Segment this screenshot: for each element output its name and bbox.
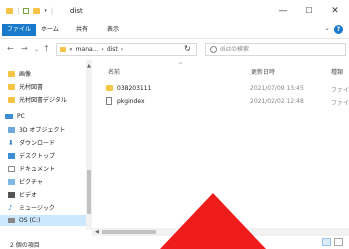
file-modified: 2021/07/09 13:45 bbox=[250, 85, 304, 92]
folder-icon bbox=[8, 70, 15, 77]
tab-home[interactable]: ホーム bbox=[36, 24, 64, 36]
search-placeholder: distの検索 bbox=[220, 46, 249, 53]
column-header-modified[interactable]: 更新日時 bbox=[251, 67, 275, 76]
nav-item-3d-objects[interactable]: 3D オブジェクト bbox=[8, 124, 65, 135]
column-header-name[interactable]: 名前 bbox=[108, 67, 120, 76]
nav-item-pc[interactable]: PC bbox=[5, 111, 25, 122]
drive-icon bbox=[8, 218, 15, 223]
scroll-left-icon[interactable]: ◀ bbox=[95, 229, 99, 235]
properties-icon[interactable] bbox=[23, 8, 30, 14]
nav-item-videos[interactable]: ビデオ bbox=[8, 189, 37, 200]
chevron-down-icon[interactable]: ⌄ bbox=[324, 24, 330, 32]
3d-objects-icon bbox=[8, 126, 15, 133]
column-header-type[interactable]: 種類 bbox=[331, 67, 343, 76]
forward-arrow-icon[interactable]: → bbox=[21, 44, 28, 53]
address-row: ← → ⌄ ↑ « mana... › dist › ⌄ ↻ distの検索 bbox=[0, 40, 349, 60]
nav-item-label: ビデオ bbox=[19, 192, 38, 199]
nav-item-images[interactable]: 画像 bbox=[8, 68, 31, 79]
nav-item-mitsumura-digital[interactable]: 光村図書デジタル bbox=[8, 94, 67, 105]
nav-item-label: OS (C:) bbox=[19, 217, 41, 224]
nav-scrollbar-thumb[interactable] bbox=[87, 170, 91, 214]
nav-item-label: ダウンロード bbox=[19, 140, 56, 147]
pictures-icon bbox=[8, 178, 15, 185]
back-arrow-icon[interactable]: ← bbox=[7, 44, 14, 53]
ribbon-tabs: ファイル ホーム 共有 表示 ⌄ ? bbox=[0, 22, 349, 39]
nav-item-pictures[interactable]: ピクチャ bbox=[8, 176, 43, 187]
file-row[interactable]: 038203111 2021/07/09 13:45 ファイル bbox=[102, 83, 349, 94]
search-input[interactable]: distの検索 bbox=[205, 43, 346, 56]
tab-share[interactable]: 共有 bbox=[71, 24, 93, 36]
file-icon bbox=[106, 97, 112, 105]
desktop-icon bbox=[8, 152, 15, 159]
music-icon: ♪ bbox=[8, 203, 13, 212]
red-triangle-overlay bbox=[160, 193, 266, 249]
folder-icon bbox=[60, 47, 66, 52]
nav-item-os-c[interactable]: OS (C:) bbox=[0, 215, 86, 226]
scroll-up-icon[interactable]: ▲ bbox=[87, 63, 91, 69]
window-title: dist bbox=[70, 7, 83, 15]
details-view-icon[interactable] bbox=[322, 238, 331, 246]
warning-triangle-shape bbox=[160, 193, 266, 249]
nav-item-music[interactable]: ♪ ミュージック bbox=[8, 202, 55, 213]
address-bar[interactable]: « mana... › dist › ⌄ bbox=[56, 43, 197, 56]
separator: | bbox=[50, 7, 54, 15]
nav-item-label: 3D オブジェクト bbox=[19, 127, 66, 134]
folder-icon bbox=[6, 8, 13, 14]
item-count: 2 個の項目 bbox=[10, 242, 40, 249]
navigation-pane: 画像 光村図書 光村図書デジタル PC 3D オブジェクト ⬇ ダウンロード デ… bbox=[0, 60, 92, 230]
maximize-button[interactable]: ☐ bbox=[298, 4, 320, 18]
new-folder-icon[interactable] bbox=[33, 8, 41, 14]
horizontal-scrollbar-thumb[interactable] bbox=[102, 230, 156, 234]
breadcrumb-item[interactable]: mana... bbox=[76, 44, 99, 55]
folder-icon bbox=[106, 85, 113, 91]
nav-item-label: デスクトップ bbox=[19, 153, 56, 160]
nav-item-label: ミュージック bbox=[19, 205, 55, 212]
file-name: 038203111 bbox=[117, 85, 152, 92]
title-bar: | ▾ | dist — ☐ ✕ bbox=[0, 0, 349, 22]
search-icon bbox=[210, 46, 217, 53]
nav-item-label: PC bbox=[17, 113, 25, 120]
nav-item-label: ピクチャ bbox=[19, 179, 43, 186]
help-icon[interactable]: ? bbox=[334, 25, 343, 34]
nav-item-documents[interactable]: ドキュメント bbox=[8, 163, 55, 174]
tab-view[interactable]: 表示 bbox=[102, 24, 124, 36]
nav-item-downloads[interactable]: ⬇ ダウンロード bbox=[8, 137, 55, 148]
large-icons-view-icon[interactable] bbox=[334, 238, 343, 246]
nav-item-label: 光村図書デジタル bbox=[19, 97, 67, 104]
up-arrow-icon[interactable]: ↑ bbox=[43, 44, 50, 53]
breadcrumb-separator[interactable]: › bbox=[101, 44, 103, 55]
close-button[interactable]: ✕ bbox=[324, 4, 346, 18]
nav-item-mitsumura[interactable]: 光村図書 bbox=[8, 81, 43, 92]
folder-icon bbox=[8, 83, 15, 90]
file-name: pkgindex bbox=[117, 98, 145, 105]
videos-icon bbox=[8, 191, 15, 198]
nav-item-label: ドキュメント bbox=[19, 166, 56, 173]
sort-indicator-icon: ^ bbox=[178, 62, 184, 69]
column-header-row: ^ 名前 更新日時 種類 bbox=[100, 62, 349, 76]
breadcrumb-item[interactable]: dist bbox=[107, 44, 118, 55]
file-type: ファイル bbox=[331, 100, 349, 107]
recent-locations-chevron-icon[interactable]: ⌄ bbox=[34, 46, 39, 53]
file-row[interactable]: pkgindex 2021/02/02 12:48 ファイル bbox=[102, 96, 349, 107]
refresh-icon[interactable]: ↻ bbox=[184, 44, 191, 53]
minimize-button[interactable]: — bbox=[272, 4, 294, 18]
quick-access-toolbar: | ▾ | bbox=[6, 7, 53, 15]
tab-file[interactable]: ファイル bbox=[2, 24, 37, 36]
nav-item-desktop[interactable]: デスクトップ bbox=[8, 150, 55, 161]
separator: | bbox=[17, 7, 20, 15]
documents-icon bbox=[8, 165, 15, 172]
breadcrumb-overflow[interactable]: « bbox=[69, 44, 73, 55]
pc-icon bbox=[5, 114, 13, 119]
file-type: ファイル bbox=[331, 87, 349, 94]
breadcrumb-separator[interactable]: › bbox=[121, 44, 123, 55]
nav-item-label: 画像 bbox=[19, 71, 32, 78]
download-icon: ⬇ bbox=[8, 138, 14, 147]
folder-icon bbox=[8, 96, 15, 103]
nav-item-label: 光村図書 bbox=[19, 84, 44, 91]
file-modified: 2021/02/02 12:48 bbox=[250, 98, 304, 105]
chevron-down-icon[interactable]: ▾ bbox=[44, 8, 47, 14]
